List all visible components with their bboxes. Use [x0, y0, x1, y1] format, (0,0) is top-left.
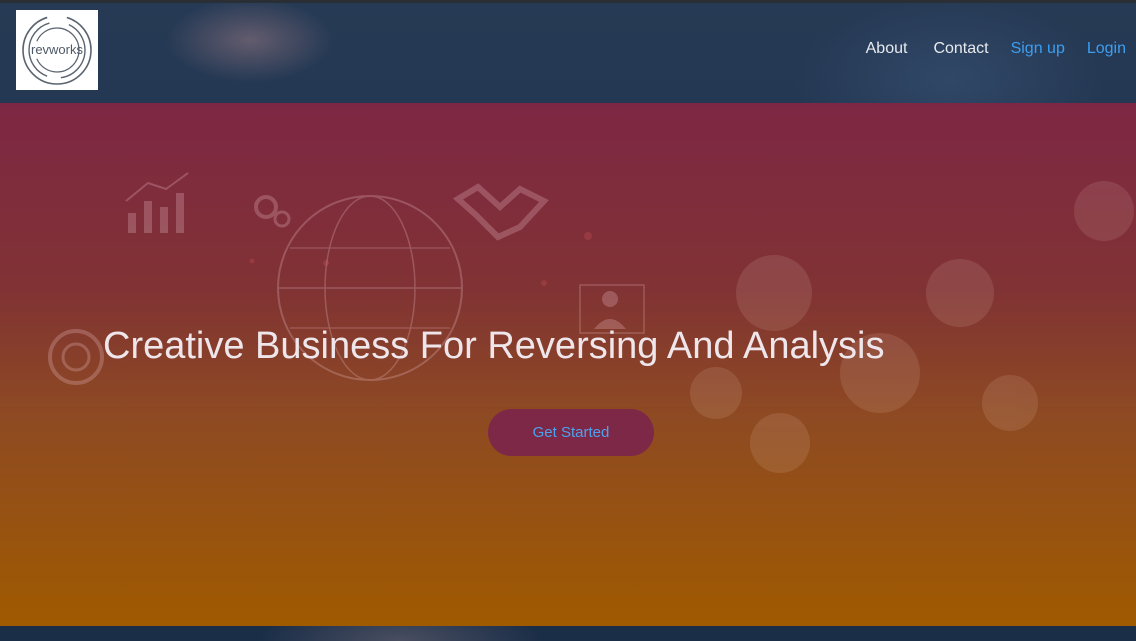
bottom-background-strip	[0, 626, 1136, 641]
get-started-button[interactable]: Get Started	[488, 409, 654, 456]
hero-section: Creative Business For Reversing And Anal…	[0, 103, 1136, 626]
nav-menu: About Contact Sign up Login	[866, 40, 1126, 58]
logo-text: revworks	[31, 42, 84, 57]
hero-title: Creative Business For Reversing And Anal…	[103, 325, 885, 367]
logo[interactable]: revworks	[16, 10, 98, 90]
handshake-icon	[452, 183, 549, 241]
logo-mark: revworks	[22, 15, 92, 85]
gear-icon	[254, 195, 291, 228]
nav-contact-link[interactable]: Contact	[933, 40, 988, 58]
bar-chart-icon	[125, 172, 189, 233]
navbar: revworks About Contact Sign up Login	[0, 3, 1136, 103]
nav-login-link[interactable]: Login	[1087, 40, 1126, 58]
nav-about-link[interactable]: About	[866, 40, 908, 58]
target-icon	[48, 329, 104, 385]
nav-signup-link[interactable]: Sign up	[1011, 40, 1065, 58]
